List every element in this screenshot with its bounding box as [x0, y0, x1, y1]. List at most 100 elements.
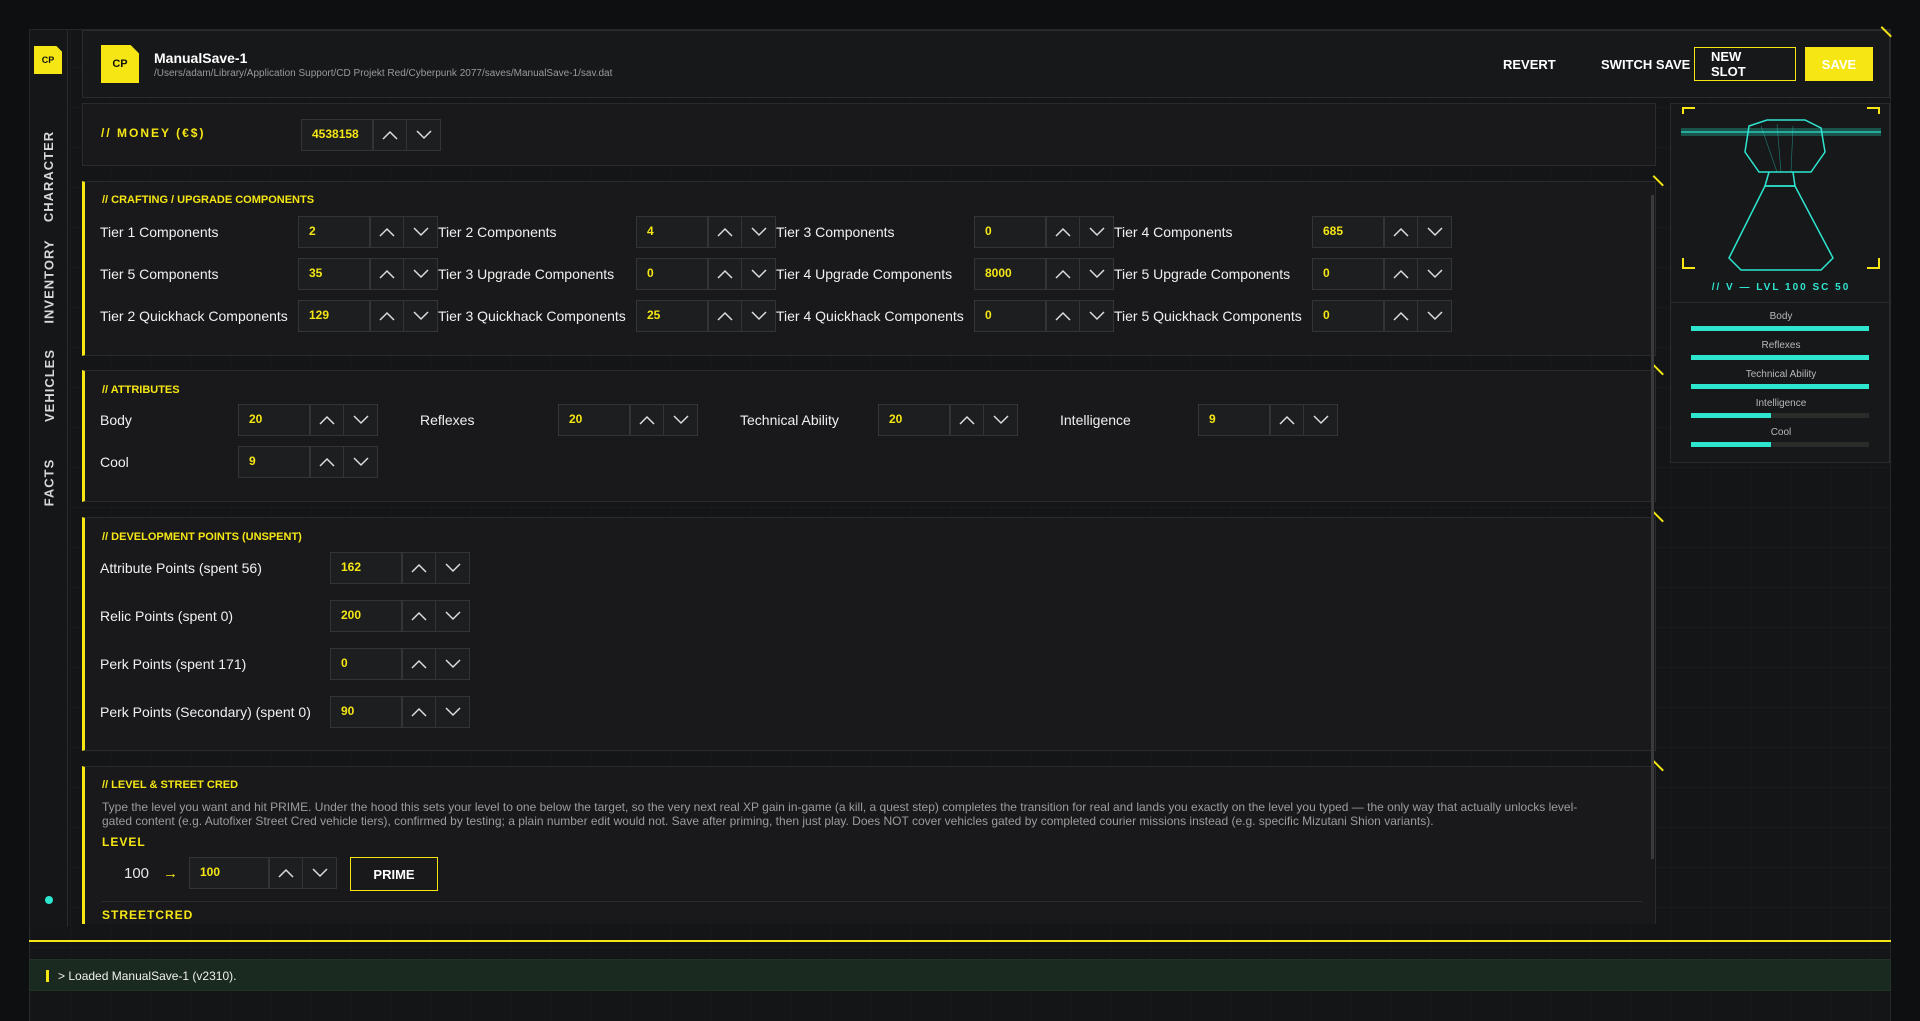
revert-button[interactable]: REVERT	[1487, 47, 1572, 81]
chevron-up-icon[interactable]	[950, 404, 984, 436]
chevron-up-icon[interactable]	[1384, 300, 1418, 332]
chevron-up-icon[interactable]	[708, 300, 742, 332]
money-input[interactable]: 4538158	[301, 119, 373, 151]
chevron-up-icon[interactable]	[1384, 216, 1418, 248]
value-stepper	[370, 258, 438, 290]
chevron-up-icon[interactable]	[370, 300, 404, 332]
value-input[interactable]: 2	[298, 216, 370, 248]
chevron-down-icon[interactable]	[344, 446, 378, 478]
chevron-down-icon[interactable]	[1418, 216, 1452, 248]
chevron-up-icon[interactable]	[370, 258, 404, 290]
value-input[interactable]: 9	[238, 446, 310, 478]
chevron-down-icon[interactable]	[344, 404, 378, 436]
chevron-up-icon[interactable]	[1046, 258, 1080, 290]
level-input[interactable]: 100	[189, 857, 269, 889]
stat-label: Cool	[1770, 427, 1792, 438]
value-input[interactable]: 0	[1312, 300, 1384, 332]
chevron-up-icon[interactable]	[269, 857, 303, 889]
chevron-down-icon[interactable]	[303, 857, 337, 889]
value-input[interactable]: 129	[298, 300, 370, 332]
scrollbar[interactable]	[1651, 195, 1654, 859]
switch-save-button[interactable]: SWITCH SAVE	[1585, 47, 1706, 81]
chevron-down-icon[interactable]	[1418, 258, 1452, 290]
value-input[interactable]: 0	[636, 258, 708, 290]
chevron-down-icon[interactable]	[407, 119, 441, 151]
sidebar-tab-inventory[interactable]: INVENTORY	[30, 234, 68, 328]
value-input[interactable]: 35	[298, 258, 370, 290]
chevron-up-icon[interactable]	[373, 119, 407, 151]
new-slot-button[interactable]: NEW SLOT	[1694, 47, 1796, 81]
chevron-down-icon[interactable]	[984, 404, 1018, 436]
value-input[interactable]: 90	[330, 696, 402, 728]
value-stepper	[1384, 216, 1452, 248]
value-input[interactable]: 0	[974, 216, 1046, 248]
chevron-up-icon[interactable]	[370, 216, 404, 248]
preview-caption: // V — LVL 100 SC 50	[1711, 282, 1851, 293]
chevron-up-icon[interactable]	[708, 216, 742, 248]
chevron-down-icon[interactable]	[1080, 300, 1114, 332]
value-input[interactable]: 9	[1198, 404, 1270, 436]
prime-button[interactable]: PRIME	[350, 857, 438, 891]
chevron-down-icon[interactable]	[742, 258, 776, 290]
value-stepper	[370, 216, 438, 248]
money-title: // MONEY (€$)	[101, 126, 206, 140]
chevron-up-icon[interactable]	[1046, 216, 1080, 248]
chevron-down-icon[interactable]	[436, 552, 470, 584]
value-stepper	[1384, 258, 1452, 290]
field-label: Tier 2 Quickhack Components	[100, 308, 288, 324]
chevron-up-icon[interactable]	[630, 404, 664, 436]
sidebar-tab-label: INVENTORY	[41, 238, 57, 324]
value-input[interactable]: 8000	[974, 258, 1046, 290]
value-input[interactable]: 20	[238, 404, 310, 436]
divider	[102, 901, 1642, 902]
chevron-up-icon[interactable]	[402, 648, 436, 680]
chevron-up-icon[interactable]	[310, 404, 344, 436]
save-button[interactable]: SAVE	[1805, 47, 1873, 81]
sidebar-tab-facts[interactable]: FACTS	[30, 450, 68, 514]
stat-bar-fill	[1691, 442, 1772, 447]
chevron-up-icon[interactable]	[1046, 300, 1080, 332]
value-input[interactable]: 162	[330, 552, 402, 584]
value-input[interactable]: 685	[1312, 216, 1384, 248]
field-label: Tier 2 Components	[438, 224, 557, 240]
value-input[interactable]: 0	[974, 300, 1046, 332]
value-input[interactable]: 4	[636, 216, 708, 248]
value-input[interactable]: 200	[330, 600, 402, 632]
corner-accent-icon	[1872, 26, 1892, 46]
chevron-up-icon[interactable]	[402, 552, 436, 584]
sidebar-tab-character[interactable]: CHARACTER	[30, 126, 68, 226]
value-input[interactable]: 20	[878, 404, 950, 436]
chevron-down-icon[interactable]	[436, 648, 470, 680]
value-stepper	[708, 258, 776, 290]
chevron-down-icon[interactable]	[1080, 258, 1114, 290]
chevron-down-icon[interactable]	[436, 696, 470, 728]
chevron-up-icon[interactable]	[402, 600, 436, 632]
chevron-down-icon[interactable]	[404, 258, 438, 290]
chevron-down-icon[interactable]	[1418, 300, 1452, 332]
field-label: Tier 5 Components	[100, 266, 219, 282]
chevron-down-icon[interactable]	[1080, 216, 1114, 248]
stat-bar	[1691, 326, 1869, 331]
sidebar-tab-vehicles[interactable]: VEHICLES	[30, 344, 68, 426]
chevron-down-icon[interactable]	[664, 404, 698, 436]
value-stepper	[402, 696, 470, 728]
chevron-down-icon[interactable]	[742, 300, 776, 332]
log-marker-icon	[46, 970, 49, 982]
chevron-down-icon[interactable]	[1304, 404, 1338, 436]
chevron-up-icon[interactable]	[708, 258, 742, 290]
value-input[interactable]: 0	[330, 648, 402, 680]
chevron-down-icon[interactable]	[404, 216, 438, 248]
chevron-up-icon[interactable]	[402, 696, 436, 728]
chevron-up-icon[interactable]	[1384, 258, 1418, 290]
chevron-up-icon[interactable]	[1270, 404, 1304, 436]
value-stepper	[370, 300, 438, 332]
value-input[interactable]: 0	[1312, 258, 1384, 290]
value-input[interactable]: 20	[558, 404, 630, 436]
chevron-down-icon[interactable]	[742, 216, 776, 248]
value-input[interactable]: 25	[636, 300, 708, 332]
stat-bar-fill	[1691, 384, 1869, 389]
chevron-down-icon[interactable]	[436, 600, 470, 632]
chevron-up-icon[interactable]	[310, 446, 344, 478]
value-stepper	[402, 552, 470, 584]
chevron-down-icon[interactable]	[404, 300, 438, 332]
